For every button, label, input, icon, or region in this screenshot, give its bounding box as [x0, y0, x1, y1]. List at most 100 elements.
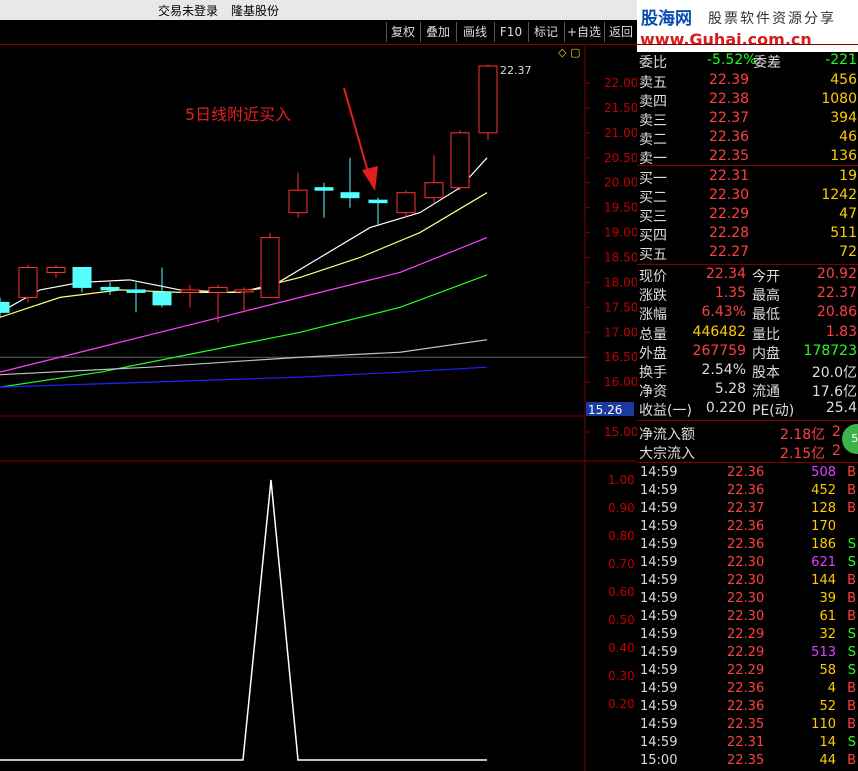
stat-value: 5.28 — [714, 381, 746, 398]
tick-volume: 58 — [819, 663, 836, 678]
stat-value: 178723 — [803, 342, 857, 359]
candle-body — [18, 266, 38, 298]
indicator-tick-label: 0.80 — [608, 529, 635, 543]
stat-value: 22.37 — [816, 285, 857, 302]
overlay-button[interactable]: 叠加 — [420, 22, 455, 42]
stat-label: 内盘 — [752, 345, 780, 362]
tick-side: S — [847, 537, 856, 552]
back-button[interactable]: 返回 — [604, 22, 637, 42]
tick-side: B — [847, 573, 856, 588]
stat-label: 净资 — [639, 384, 667, 401]
tick-row: 14:59 22.36 4 B — [637, 681, 858, 699]
flow-label: 大宗流入 — [639, 446, 695, 462]
tick-price: 22.30 — [727, 609, 765, 624]
bid-label: 买三 — [639, 209, 667, 225]
tick-time: 14:59 — [640, 591, 678, 606]
stat-value: 6.43% — [701, 304, 746, 321]
tick-time: 15:00 — [640, 753, 678, 768]
bid-volume: 1242 — [821, 187, 857, 203]
tick-row: 14:59 22.30 39 B — [637, 591, 858, 609]
adjust-button[interactable]: 复权 — [386, 22, 419, 42]
candle-body — [340, 192, 360, 199]
candle-body — [46, 266, 66, 273]
tick-volume: 32 — [819, 627, 836, 642]
stat-value: 446482 — [692, 323, 746, 340]
add-watchlist-button[interactable]: +自选 — [564, 22, 603, 42]
tick-row: 14:59 22.30 144 B — [637, 573, 858, 591]
tick-price: 22.37 — [727, 501, 765, 516]
tick-price: 22.36 — [727, 483, 765, 498]
stat-label: 总量 — [639, 326, 667, 343]
watermark-slogan: 股票软件资源分享 — [708, 11, 836, 27]
tick-time: 14:59 — [640, 555, 678, 570]
candle-body — [180, 289, 200, 293]
tick-time: 14:59 — [640, 483, 678, 498]
ask-row: 卖五 22.39 456 — [637, 72, 858, 91]
price-tick-label: 18.00 — [604, 275, 637, 289]
candle-body — [126, 289, 146, 293]
tick-price: 22.29 — [727, 645, 765, 660]
bid-price: 22.30 — [709, 187, 750, 203]
tick-volume: 452 — [811, 483, 836, 498]
candle-body — [260, 237, 280, 298]
login-status: 交易未登录 — [158, 4, 219, 18]
tick-volume: 186 — [811, 537, 836, 552]
candle-body — [234, 289, 254, 293]
ask-label: 卖四 — [639, 94, 667, 110]
tick-row: 14:59 22.30 61 B — [637, 609, 858, 627]
ask-row: 卖三 22.37 394 — [637, 110, 858, 129]
tick-side: B — [847, 717, 856, 732]
ask-label: 卖二 — [639, 132, 667, 148]
orderbook-top-line — [637, 44, 858, 45]
bid-label: 买一 — [639, 171, 667, 187]
tick-row: 14:59 22.29 513 S — [637, 645, 858, 663]
bid-row: 买二 22.30 1242 — [637, 187, 858, 206]
f10-button[interactable]: F10 — [494, 22, 527, 42]
stat-value: 1.35 — [714, 285, 746, 302]
candle-body — [72, 266, 92, 288]
gridlines — [0, 82, 585, 705]
indicator-line — [0, 479, 487, 761]
candle-body — [0, 301, 10, 313]
bid-price: 22.31 — [709, 168, 750, 184]
draw-line-button[interactable]: 画线 — [456, 22, 493, 42]
tick-volume: 128 — [811, 501, 836, 516]
stat-label: 外盘 — [639, 345, 667, 362]
order-diff-label: 委差 — [753, 55, 781, 71]
stat-label: 收益(一) — [639, 403, 692, 420]
tick-time: 14:59 — [640, 681, 678, 696]
bid-volume: 72 — [839, 244, 857, 260]
stat-value: 25.4 — [825, 400, 857, 417]
tick-volume: 61 — [819, 609, 836, 624]
mark-button[interactable]: 标记 — [528, 22, 563, 42]
stat-value: 267759 — [692, 342, 746, 359]
tick-side: S — [847, 645, 856, 660]
price-tick-label: 22.00 — [604, 76, 637, 90]
candle-body — [368, 199, 388, 204]
bid-price: 22.28 — [709, 225, 750, 241]
bid-volume: 19 — [839, 168, 857, 184]
tick-side: S — [847, 663, 856, 678]
stat-value: 22.34 — [705, 266, 746, 282]
chart-toolbar: 复权 叠加 画线 F10 标记 +自选 返回 — [0, 20, 637, 45]
stat-value: 20.86 — [816, 304, 857, 321]
price-tick-label: 16.50 — [604, 350, 637, 364]
stat-label: 最低 — [752, 307, 780, 324]
diamond-icon[interactable]: ◇ ▢ — [558, 46, 580, 59]
kline-chart[interactable]: 22.00 21.50 21.00 20.50 20.00 19.50 19.00 18.50… — [0, 44, 637, 771]
price-tick-label: 17.50 — [604, 300, 637, 314]
flow-value: 2.18亿 — [780, 427, 826, 443]
order-ratio-label: 委比 — [639, 55, 667, 71]
bid-label: 买二 — [639, 190, 667, 206]
stats-top-line — [637, 264, 858, 265]
tick-row: 14:59 22.29 32 S — [637, 627, 858, 645]
tick-row: 14:59 22.30 621 S — [637, 555, 858, 573]
price-tick-label: 19.00 — [604, 226, 637, 240]
price-tick-label: 18.50 — [604, 251, 637, 265]
candle-body — [450, 132, 470, 189]
status-badge[interactable]: 5! — [842, 424, 858, 454]
tick-volume: 44 — [819, 753, 836, 768]
stat-label: 量比 — [752, 326, 780, 343]
tick-side: B — [847, 681, 856, 696]
tick-volume: 52 — [819, 699, 836, 714]
